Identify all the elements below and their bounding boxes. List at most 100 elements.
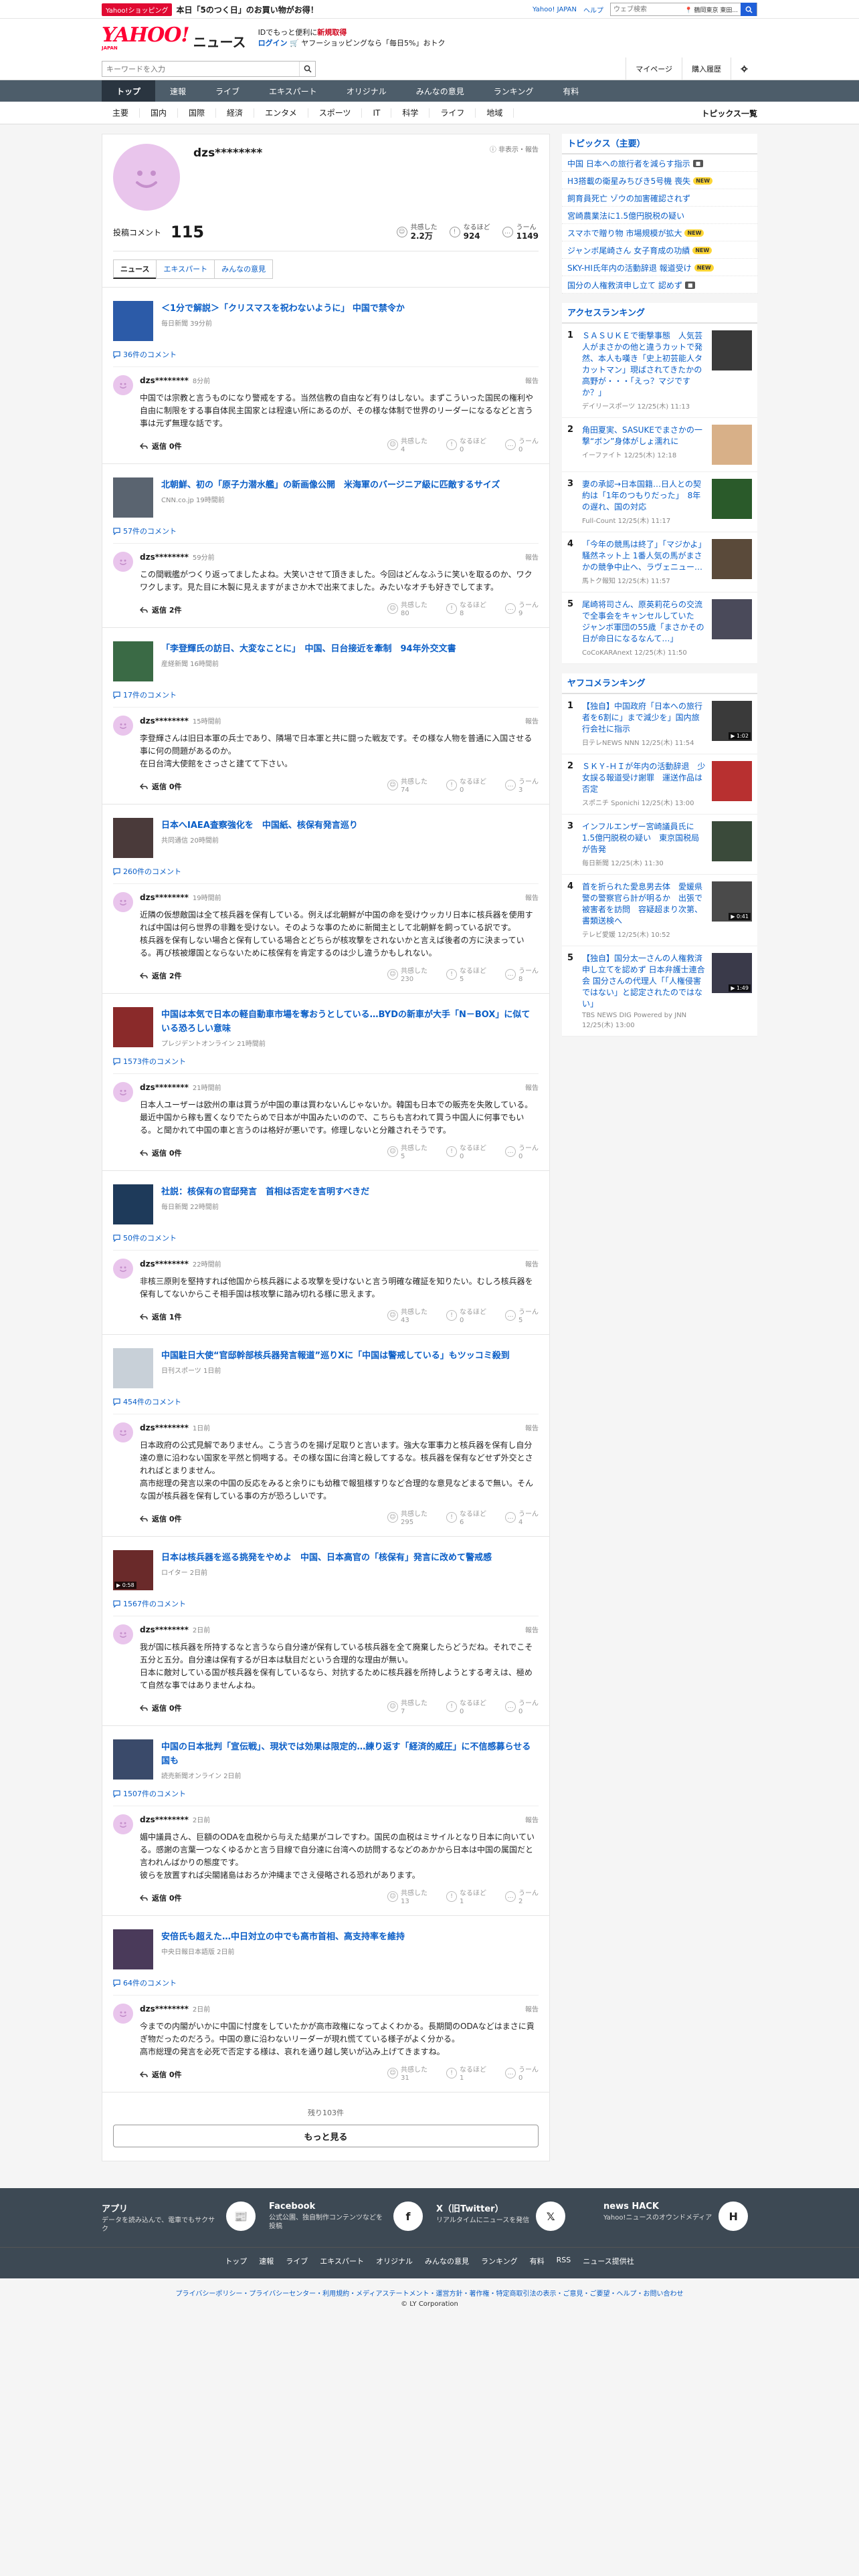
footer-app-link[interactable]: アプリ データを読み込んで、電車でもサクサク 📰 bbox=[102, 2202, 256, 2234]
topic-item[interactable]: 飼育員死亡 ゾウの加害確認されず bbox=[562, 189, 757, 207]
article-thumbnail[interactable] bbox=[113, 1739, 153, 1780]
reaction-empathy-button[interactable]: ☺ 共感した 31 bbox=[387, 2066, 427, 2082]
reaction-hmm-button[interactable]: … うーん 0 bbox=[505, 438, 539, 454]
reaction-hmm-button[interactable]: … うーん 4 bbox=[505, 1511, 539, 1527]
article-card[interactable]: 中国は本気で日本の軽自動車市場を奪おうとしている…BYDの新車が大手「N－BOX… bbox=[113, 1007, 539, 1048]
settings-button[interactable] bbox=[731, 58, 757, 80]
article-thumbnail[interactable] bbox=[113, 1007, 153, 1047]
nav-tab[interactable]: ランキング bbox=[479, 80, 549, 102]
topic-item[interactable]: 国分の人権救済申し立て 認めず ■ bbox=[562, 276, 757, 294]
ranking-item[interactable]: 2 ＳＫＹ-ＨＩが年内の活動辞退 少女誤る報道受け謝罪 運送作品は否定 スポニチ S… bbox=[562, 754, 757, 815]
report-link[interactable]: 報告 bbox=[525, 375, 539, 385]
reply-button[interactable]: 返信 0件 bbox=[140, 2069, 181, 2080]
ranking-item[interactable]: 5 尾崎将司さん、原英莉花らの交流で全事会をキャンセルしていた ジャンボ軍団の55… bbox=[562, 593, 757, 664]
footer-nav-link[interactable]: 速報 bbox=[259, 2256, 274, 2266]
topic-item[interactable]: ジャンボ尾崎さん 女子育成の功績 NEW bbox=[562, 241, 757, 259]
article-title[interactable]: 中国の日本批判「宣伝戦」、現状では効果は限定的…練り返す「経済的威圧」に不信感募… bbox=[161, 1742, 531, 1766]
profile-tab[interactable]: みんなの意見 bbox=[214, 259, 274, 279]
reaction-indeed-button[interactable]: ! なるほど 0 bbox=[446, 1145, 486, 1161]
hide-report-link[interactable]: ⓘ 非表示・報告 bbox=[490, 144, 539, 154]
nav-tab[interactable]: オリジナル bbox=[332, 80, 401, 102]
article-card[interactable]: 北朝鮮、初の「原子力潜水艦」の新画像公開 米海軍のバージニア級に匹敵するサイズ C… bbox=[113, 477, 539, 518]
legal-links[interactable]: プライバシーポリシー・プライバシーセンター・利用規約・メディアステートメント・運… bbox=[0, 2278, 859, 2300]
footer-nav-link[interactable]: ライブ bbox=[286, 2256, 308, 2266]
comment-count-link[interactable]: 1507件のコメント bbox=[113, 1788, 539, 1806]
article-title[interactable]: 北朝鮮、初の「原子力潜水艦」の新画像公開 米海軍のバージニア級に匹敵するサイズ bbox=[161, 480, 500, 490]
footer-nav-link[interactable]: ランキング bbox=[481, 2256, 518, 2266]
promo-text[interactable]: 本日「5のつく日」のお買い物がお得！ bbox=[176, 4, 318, 15]
location-label[interactable]: 📍 鶴岡東京 東田... bbox=[682, 5, 741, 14]
report-link[interactable]: 報告 bbox=[525, 1259, 539, 1269]
article-title[interactable]: 日本は核兵器を巡る挑発をやめよ 中国、日本高官の「核保有」発言に改めて警戒感 bbox=[161, 1553, 492, 1563]
article-thumbnail[interactable] bbox=[113, 301, 153, 341]
reaction-indeed-button[interactable]: ! なるほど 0 bbox=[446, 1309, 486, 1325]
nav-tab[interactable]: エキスパート bbox=[254, 80, 332, 102]
reply-button[interactable]: 返信 0件 bbox=[140, 1148, 181, 1158]
category-link[interactable]: 主要 bbox=[102, 108, 140, 118]
category-link[interactable]: 経済 bbox=[216, 108, 255, 118]
profile-tab[interactable]: エキスパート bbox=[156, 259, 215, 279]
topic-item[interactable]: H3搭載の衛星みちびき5号機 喪失 NEW bbox=[562, 172, 757, 189]
ranking-item[interactable]: 3 妻の承認→日本国籍…日人との契約は「1年のつもりだった」 8年の遅れ、国の対応… bbox=[562, 472, 757, 532]
footer-nav-link[interactable]: エキスパート bbox=[320, 2256, 364, 2266]
reaction-indeed-button[interactable]: ! なるほど 0 bbox=[446, 778, 486, 794]
article-card[interactable]: 中国駐日大使“官邸幹部核兵器発言報道”巡りXに「中国は警戒している」もツッコミ殺… bbox=[113, 1348, 539, 1388]
footer-nav-link[interactable]: ニュース提供社 bbox=[583, 2256, 634, 2266]
report-link[interactable]: 報告 bbox=[525, 716, 539, 726]
comment-count-link[interactable]: 64件のコメント bbox=[113, 1977, 539, 1996]
keyword-search-button[interactable] bbox=[299, 62, 315, 76]
article-title[interactable]: 安倍氏も超えた…中日対立の中でも高市首相、高支持率を維持 bbox=[161, 1932, 405, 1942]
ranking-item[interactable]: 1 ＳＡＳＵＫＥで衝撃事態 人気芸人がまさかの他と違うカットで発然、本人も嘆き「史… bbox=[562, 324, 757, 418]
reaction-indeed-button[interactable]: ! なるほど 5 bbox=[446, 968, 486, 984]
nav-tab[interactable]: みんなの意見 bbox=[401, 80, 479, 102]
reply-button[interactable]: 返信 0件 bbox=[140, 781, 181, 792]
report-link[interactable]: 報告 bbox=[525, 1624, 539, 1634]
comment-count-link[interactable]: 57件のコメント bbox=[113, 526, 539, 544]
reaction-hmm-button[interactable]: … うーん 2 bbox=[505, 1890, 539, 1906]
report-link[interactable]: 報告 bbox=[525, 552, 539, 562]
web-search-button[interactable] bbox=[741, 3, 757, 16]
reply-button[interactable]: 返信 0件 bbox=[140, 1703, 181, 1713]
reaction-empathy-button[interactable]: ☺ 共感した 74 bbox=[387, 778, 427, 794]
web-search-input[interactable] bbox=[611, 3, 682, 15]
reaction-empathy-button[interactable]: ☺ 共感した 230 bbox=[387, 968, 427, 984]
nav-tab[interactable]: 有料 bbox=[548, 80, 593, 102]
reaction-empathy-button[interactable]: ☺ 共感した 7 bbox=[387, 1700, 427, 1716]
category-link[interactable]: 地域 bbox=[476, 108, 514, 118]
yahoo-japan-link[interactable]: Yahoo! JAPAN bbox=[533, 6, 577, 13]
reaction-hmm-button[interactable]: … うーん 0 bbox=[505, 1145, 539, 1161]
reply-button[interactable]: 返信 0件 bbox=[140, 1513, 181, 1524]
comment-count-link[interactable]: 36件のコメント bbox=[113, 349, 539, 367]
comment-count-link[interactable]: 17件のコメント bbox=[113, 689, 539, 708]
footer-nav-link[interactable]: 有料 bbox=[530, 2256, 545, 2266]
reaction-empathy-button[interactable]: ☺ 共感した 5 bbox=[387, 1145, 427, 1161]
report-link[interactable]: 報告 bbox=[525, 892, 539, 902]
mypage-link[interactable]: マイページ bbox=[626, 58, 682, 80]
reply-button[interactable]: 返信 0件 bbox=[140, 1893, 181, 1903]
article-thumbnail[interactable] bbox=[113, 477, 153, 518]
nav-tab[interactable]: ライブ bbox=[201, 80, 254, 102]
article-thumbnail[interactable] bbox=[113, 641, 153, 681]
reaction-indeed-button[interactable]: ! なるほど 0 bbox=[446, 438, 486, 454]
reply-button[interactable]: 返信 2件 bbox=[140, 970, 181, 981]
article-thumbnail[interactable]: ▶ 0:58 bbox=[113, 1550, 153, 1590]
ranking-item[interactable]: 1 【独自】中国政府「日本への旅行者を6割に」まで減少を」国内旅行会社に指示 日テレ… bbox=[562, 694, 757, 754]
article-card[interactable]: 安倍氏も超えた…中日対立の中でも高市首相、高支持率を維持 中央日報日本語版 2日前 bbox=[113, 1929, 539, 1969]
footer-app-link[interactable]: Facebook 公式公園、独自制作コンテンツなどを投稿 f bbox=[269, 2202, 423, 2234]
footer-nav-link[interactable]: オリジナル bbox=[376, 2256, 413, 2266]
topic-item[interactable]: 宮崎農業法に1.5億円脱税の疑い bbox=[562, 207, 757, 224]
report-link[interactable]: 報告 bbox=[525, 1814, 539, 1824]
ranking-item[interactable]: 4 首を折られた愛息男去体 愛媛県警の警察官ら計が明るか 出張で被害者を訪問 容疑… bbox=[562, 875, 757, 946]
comment-count-link[interactable]: 260件のコメント bbox=[113, 866, 539, 884]
reaction-empathy-button[interactable]: ☺ 共感した 4 bbox=[387, 438, 427, 454]
load-more-button[interactable]: もっと見る bbox=[113, 2125, 539, 2147]
report-link[interactable]: 報告 bbox=[525, 2004, 539, 2014]
reaction-indeed-button[interactable]: ! なるほど 6 bbox=[446, 1511, 486, 1527]
nav-tab[interactable]: 速報 bbox=[155, 80, 201, 102]
reaction-hmm-button[interactable]: … うーん 5 bbox=[505, 1309, 539, 1325]
keyword-search-input[interactable] bbox=[102, 62, 299, 76]
topics-list-link[interactable]: トピックス一覧 bbox=[701, 108, 757, 119]
article-card[interactable]: 社説：核保有の官邸発言 首相は否定を言明すべきだ 毎日新聞 22時間前 bbox=[113, 1184, 539, 1224]
purchase-history-link[interactable]: 購入履歴 bbox=[682, 58, 731, 80]
reaction-hmm-button[interactable]: … うーん 3 bbox=[505, 778, 539, 794]
